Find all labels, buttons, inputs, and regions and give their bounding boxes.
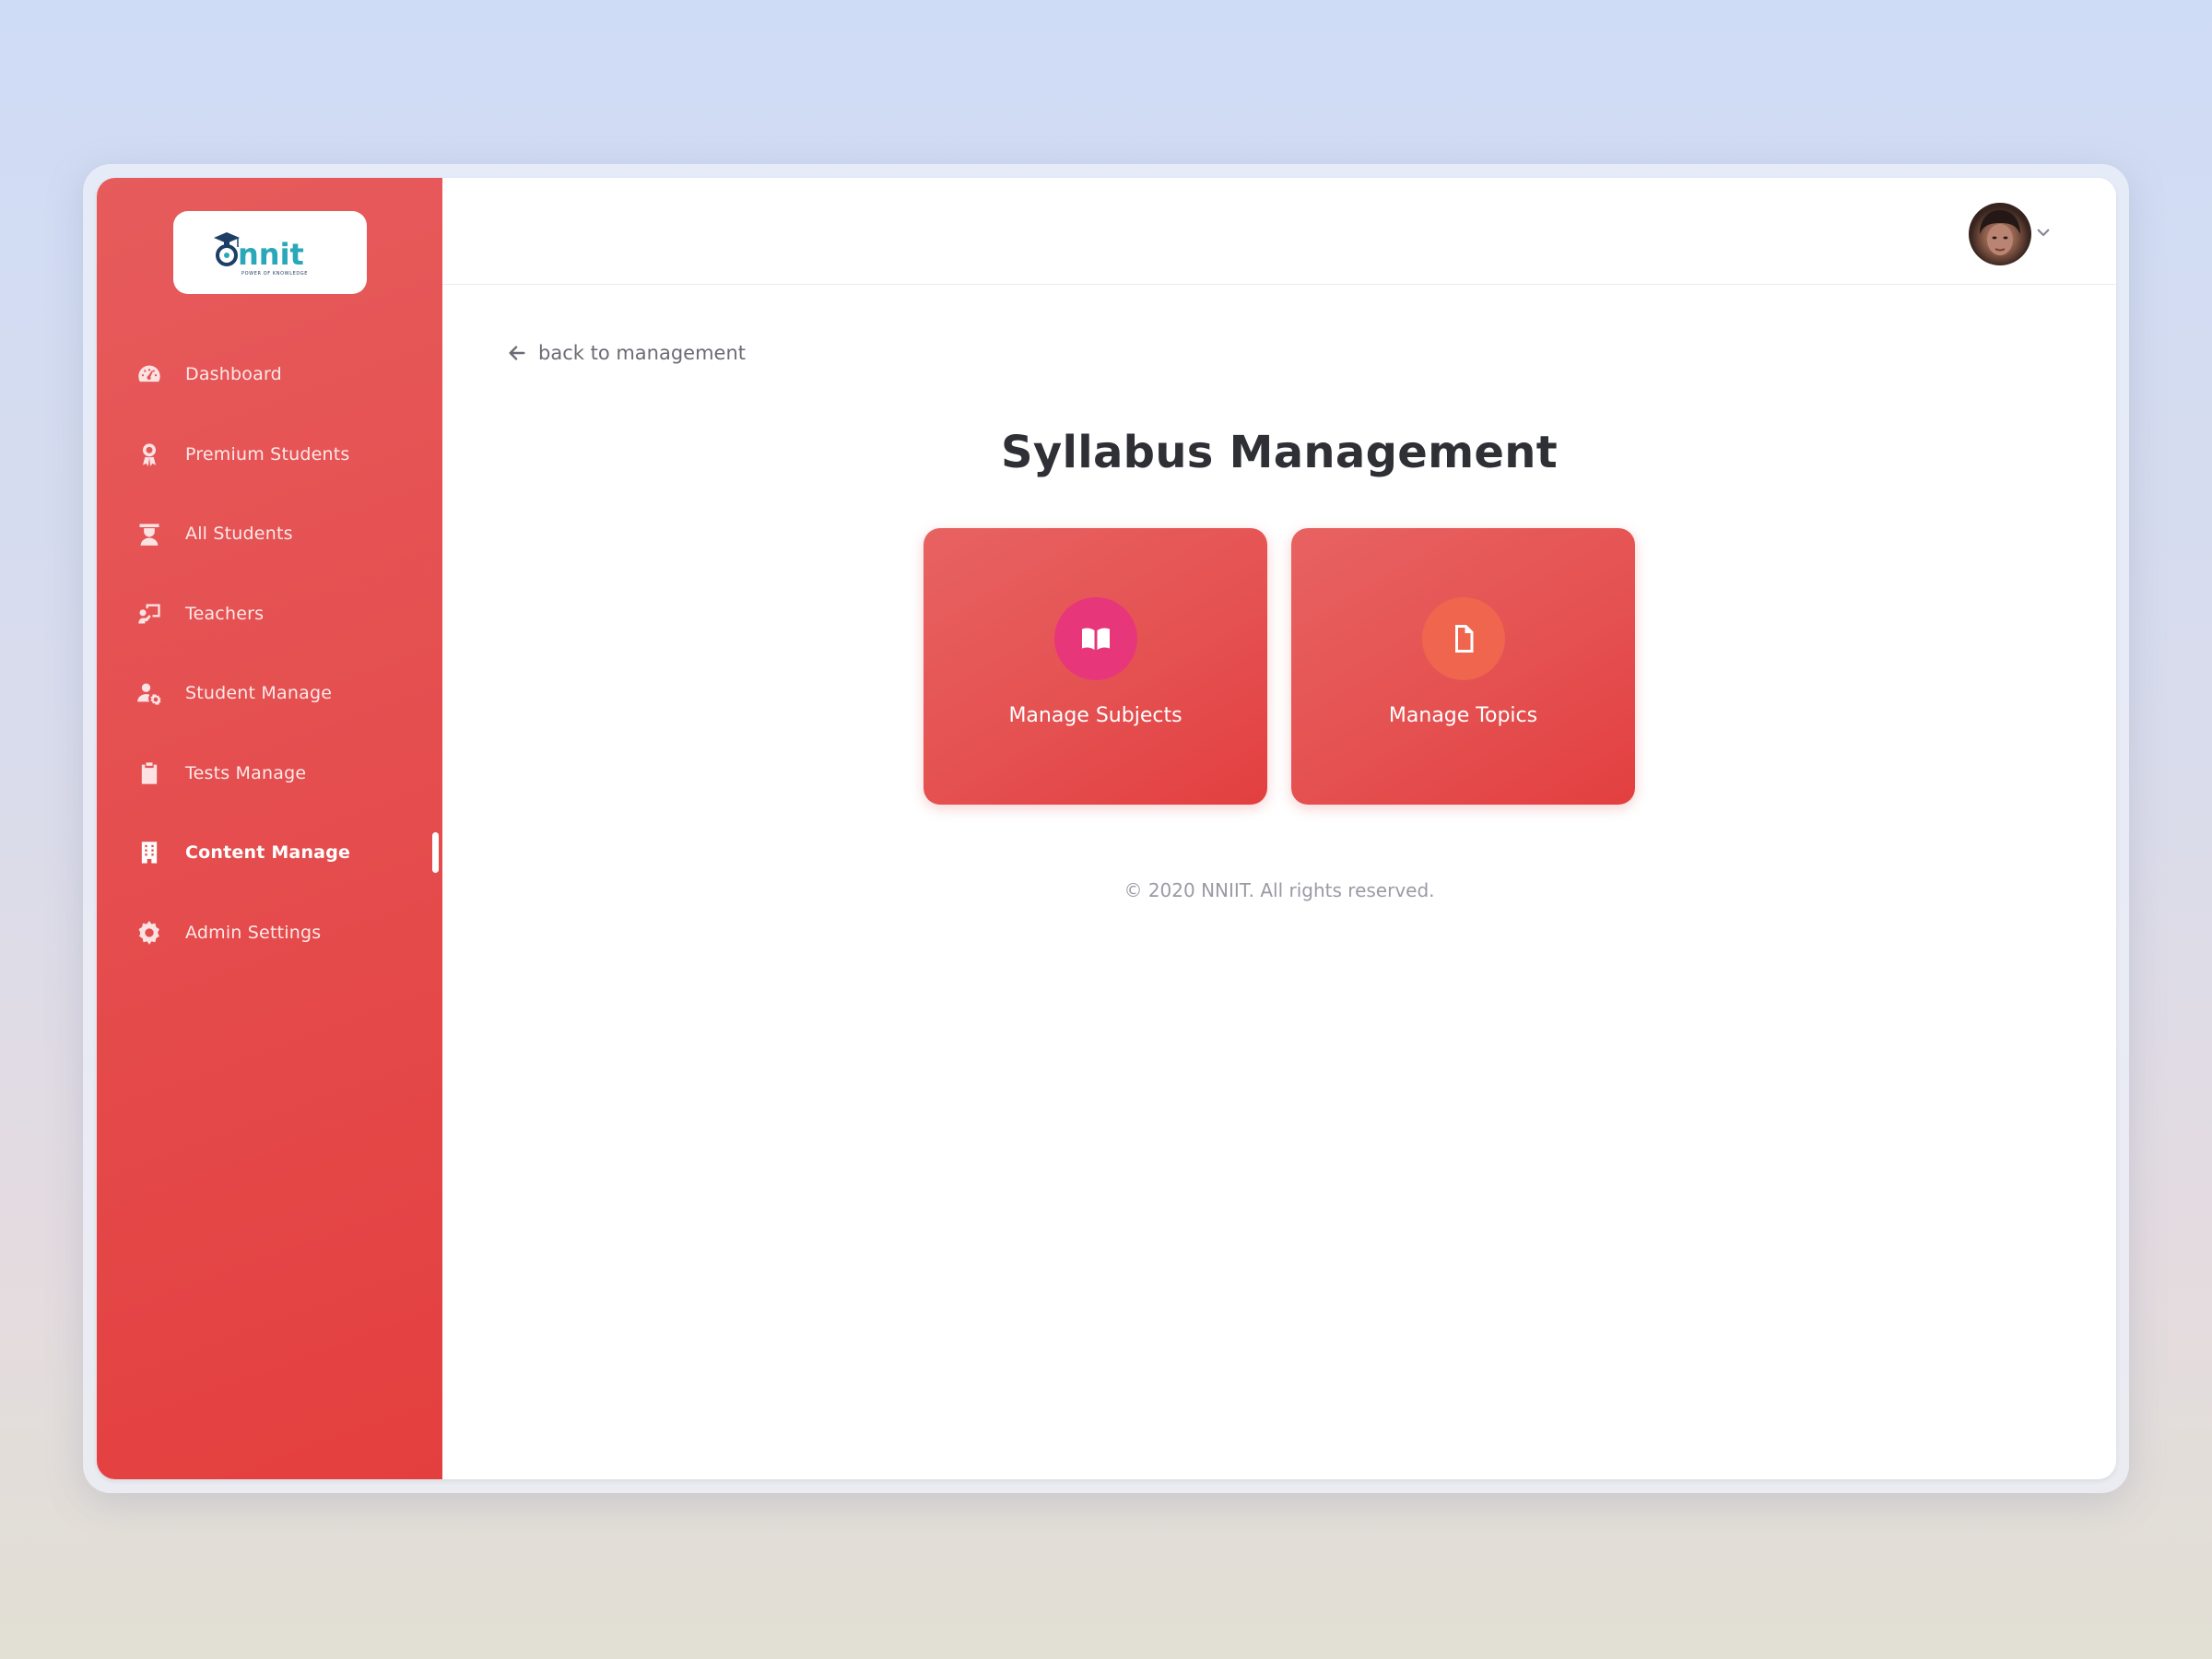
sidebar-item-label: Premium Students — [185, 443, 350, 465]
card-label: Manage Topics — [1388, 704, 1538, 727]
clipboard-icon — [135, 759, 163, 787]
sidebar-item-label: All Students — [185, 524, 293, 545]
user-avatar[interactable] — [1969, 203, 2031, 265]
chevron-down-icon[interactable] — [2035, 224, 2052, 241]
app-window: nnit POWER OF KNOWLEDGE Dashboard Premiu… — [97, 178, 2116, 1479]
top-header — [442, 178, 2116, 285]
sidebar-item-content-manage[interactable]: Content Manage — [97, 813, 442, 893]
file-icon — [1454, 625, 1473, 653]
building-icon — [135, 839, 163, 866]
gear-icon — [135, 919, 163, 947]
sidebar-item-label: Teachers — [185, 603, 265, 624]
card-icon-circle — [1053, 597, 1137, 680]
manage-topics-card[interactable]: Manage Topics — [1291, 528, 1635, 805]
graduate-icon — [135, 520, 163, 547]
dashboard-gauge-icon — [135, 360, 163, 388]
sidebar: nnit POWER OF KNOWLEDGE Dashboard Premiu… — [97, 178, 442, 1479]
card-icon-circle — [1421, 597, 1505, 680]
svg-text:POWER OF KNOWLEDGE: POWER OF KNOWLEDGE — [241, 271, 308, 276]
book-open-icon — [1081, 628, 1110, 650]
sidebar-nav: Dashboard Premium Students All Students … — [97, 335, 442, 972]
sidebar-item-label: Content Manage — [185, 842, 351, 864]
logo[interactable]: nnit POWER OF KNOWLEDGE — [173, 211, 367, 294]
sidebar-item-student-manage[interactable]: Student Manage — [97, 653, 442, 734]
sidebar-item-all-students[interactable]: All Students — [97, 494, 442, 574]
sidebar-item-admin-settings[interactable]: Admin Settings — [97, 893, 442, 973]
sidebar-item-dashboard[interactable]: Dashboard — [97, 335, 442, 415]
card-grid: Manage Subjects Manage Topics — [442, 528, 2116, 805]
teacher-board-icon — [135, 600, 163, 628]
page-title: Syllabus Management — [1001, 427, 1558, 478]
back-to-management-link[interactable]: back to management — [507, 342, 746, 364]
sidebar-item-label: Admin Settings — [185, 922, 322, 943]
sidebar-item-tests-manage[interactable]: Tests Manage — [97, 734, 442, 814]
back-link-label: back to management — [538, 342, 747, 364]
main-content: back to management Syllabus Management M… — [442, 285, 2116, 1479]
sidebar-item-teachers[interactable]: Teachers — [97, 574, 442, 654]
brand-logo-icon: nnit POWER OF KNOWLEDGE — [214, 232, 308, 276]
card-label: Manage Subjects — [1008, 704, 1182, 727]
sidebar-item-label: Student Manage — [185, 683, 333, 704]
active-indicator — [432, 832, 439, 873]
sidebar-item-label: Tests Manage — [185, 762, 307, 783]
award-icon — [135, 441, 163, 468]
sidebar-item-label: Dashboard — [185, 364, 282, 385]
sidebar-item-premium-students[interactable]: Premium Students — [97, 415, 442, 495]
manage-subjects-card[interactable]: Manage Subjects — [924, 528, 1267, 805]
footer-copyright: © 2020 NNIIT. All rights reserved. — [1124, 879, 1435, 901]
avatar-portrait-icon — [1980, 210, 2020, 255]
arrow-left-icon — [509, 346, 525, 360]
user-cog-icon — [135, 679, 163, 707]
svg-text:nnit: nnit — [238, 237, 304, 272]
